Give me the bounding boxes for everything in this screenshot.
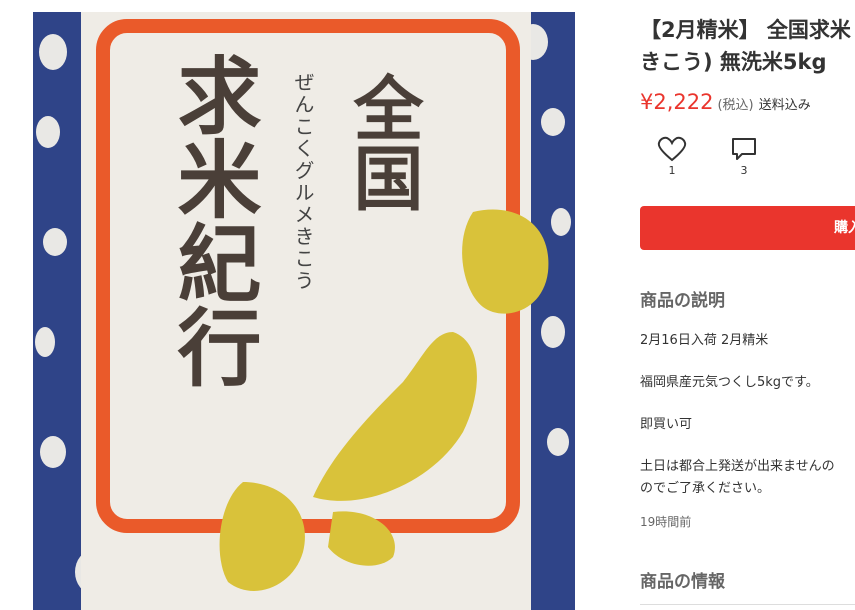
divider	[640, 604, 855, 605]
description-heading: 商品の説明	[640, 291, 725, 311]
description-line: 土日は都合上発送が出来ませんの	[640, 459, 835, 474]
product-image-area: ぜんこくグルメきこう 全国 求米紀行	[0, 0, 610, 610]
comment-button[interactable]: 3	[724, 136, 764, 177]
product-detail-panel: 【2月精米】 全国求米 きこう) 無洗米5kg ¥2,222 (税込) 送料込み …	[640, 0, 855, 610]
like-count: 1	[668, 164, 676, 177]
description-line: のでご了承ください。	[640, 481, 771, 496]
shipping-label: 送料込み	[758, 98, 811, 113]
tax-label: (税込)	[717, 98, 754, 113]
info-heading: 商品の情報	[640, 572, 725, 592]
like-button[interactable]: 1	[652, 136, 692, 177]
product-title-line2: きこう) 無洗米5kg	[640, 50, 827, 74]
comment-count: 3	[740, 164, 748, 177]
buy-button[interactable]: 購入	[640, 206, 855, 250]
svg-text:ぜんこくグルメきこう: ぜんこくグルメきこう	[291, 72, 315, 292]
product-title-line1: 【2月精米】 全国求米	[640, 18, 851, 42]
posted-time: 19時間前	[640, 515, 692, 529]
svg-text:求米紀行: 求米紀行	[164, 52, 262, 388]
svg-text:全国: 全国	[342, 72, 424, 212]
product-photo[interactable]: ぜんこくグルメきこう 全国 求米紀行	[33, 12, 575, 610]
product-title: 【2月精米】 全国求米 きこう) 無洗米5kg	[640, 14, 855, 78]
heart-icon	[657, 136, 687, 162]
comment-icon	[732, 138, 756, 160]
description-line: 即買い可	[640, 417, 693, 432]
description-line: 福岡県産元気つくし5kgです。	[640, 375, 819, 390]
price-row: ¥2,222 (税込) 送料込み	[640, 90, 811, 114]
price: ¥2,222	[640, 90, 714, 114]
description-line: 2月16日入荷 2月精米	[640, 333, 769, 348]
rice-bag-illustration: ぜんこくグルメきこう 全国 求米紀行	[33, 12, 575, 610]
